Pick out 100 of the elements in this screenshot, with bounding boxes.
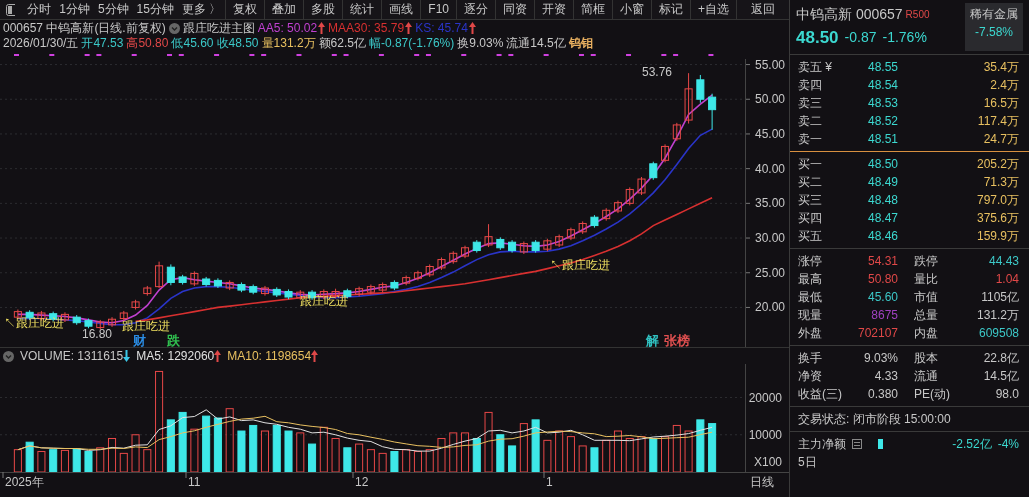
sector-name: 稀有金属 (970, 6, 1018, 23)
order-label: 卖二 (798, 112, 823, 130)
stat-label: 股本 (913, 349, 939, 367)
bar (661, 436, 670, 472)
bar (319, 426, 328, 472)
toolbar-button[interactable]: 统计 (342, 0, 382, 19)
stat-label: 内盘 (913, 324, 939, 342)
period-tab[interactable]: 分时 (23, 0, 56, 19)
candlestick (155, 261, 164, 289)
toolbar-button[interactable]: +自选 (690, 0, 736, 19)
candlestick (460, 245, 470, 259)
period-tab[interactable]: 15分钟 (132, 0, 178, 19)
more-button[interactable]: 更多 〉 (177, 0, 226, 19)
toolbar-button[interactable]: 画线 (381, 0, 421, 19)
stat-label: 总量 (913, 306, 939, 324)
bar (543, 439, 552, 472)
candlestick (649, 161, 658, 181)
toolbar-button[interactable]: 简框 (573, 0, 612, 19)
axis-label: 25.00 (754, 265, 785, 280)
bar (284, 430, 293, 472)
axis-label: 35.00 (754, 196, 785, 211)
order-label: 买五 (798, 227, 823, 245)
bar (555, 430, 564, 472)
stat-value: 702107 (856, 324, 898, 342)
stat-label: 收益(三) (798, 385, 843, 403)
chevron-icon[interactable] (168, 22, 180, 34)
axis-label: 30.00 (754, 231, 785, 246)
stat-value: 0.380 (866, 385, 898, 403)
axis-label: 20000 (748, 390, 782, 405)
legend-value: KS: 45.74 (415, 20, 468, 36)
bar (708, 423, 717, 472)
stat-label: 量比 (913, 270, 939, 288)
order-volume: 16.5万 (982, 94, 1019, 112)
list-icon[interactable] (852, 438, 862, 449)
order-volume: 35.4万 (982, 58, 1019, 76)
stat-value: 22.8亿 (982, 349, 1019, 367)
candlestick (661, 143, 670, 163)
bar (378, 452, 387, 472)
bar (355, 443, 364, 472)
toolbar-button[interactable]: 复权 (225, 0, 265, 19)
quote-value: 流通14.5亿 (506, 36, 566, 51)
toolbar-button[interactable]: 多股 (303, 0, 343, 19)
order-price: 48.54 (866, 76, 898, 94)
quote-value: 收48.50 (216, 36, 259, 51)
stat-label: 流通 (913, 367, 939, 385)
bar (155, 370, 164, 472)
axis-label: 12 (355, 475, 369, 489)
chevron-icon[interactable] (3, 350, 14, 362)
bar (402, 449, 411, 472)
quote-value: 换9.03% (457, 36, 504, 51)
stat-label: 市值 (913, 288, 939, 306)
candlestick (413, 270, 422, 281)
order-label: 卖一 (798, 130, 823, 148)
stat-label: 最高 (798, 270, 823, 288)
bar (449, 432, 458, 472)
toolbar-button[interactable]: 叠加 (264, 0, 304, 19)
candlestick (355, 286, 364, 297)
bar (602, 439, 611, 472)
period-tab[interactable]: 1分钟 (55, 0, 94, 19)
bar (96, 447, 105, 472)
sidebar-toggle-icon[interactable] (6, 3, 16, 16)
toolbar-button[interactable]: 小窗 (612, 0, 651, 19)
bar (13, 449, 22, 472)
bar (225, 408, 234, 472)
bar (37, 451, 46, 472)
order-label: 卖四 (798, 76, 823, 94)
bar (72, 448, 81, 472)
bar (49, 449, 58, 472)
stat-value: 45.60 (866, 288, 898, 306)
price-label: 16.80 (82, 327, 113, 341)
bar (119, 452, 128, 472)
toolbar-button[interactable]: 标记 (651, 0, 690, 19)
axis-label: 10000 (748, 427, 782, 442)
stat-label: 外盘 (798, 324, 823, 342)
candlestick (578, 220, 587, 235)
stat-label: 净资 (798, 367, 823, 385)
bar (566, 436, 575, 472)
stat-label: PE(动) (913, 385, 951, 403)
bar (190, 428, 199, 472)
legend-value: VOLUME: 1311615 (20, 348, 124, 365)
toolbar-button[interactable]: F10 (420, 0, 456, 19)
order-volume: 117.4万 (976, 112, 1019, 130)
stat-value: 609508 (977, 324, 1019, 342)
toolbar-button[interactable]: 开资 (534, 0, 573, 19)
bar (637, 436, 646, 472)
toolbar-button[interactable]: 逐分 (456, 0, 495, 19)
candlestick (425, 263, 434, 278)
back-button[interactable]: 返回 (736, 0, 789, 19)
candlestick (260, 285, 270, 297)
period-tab[interactable]: 5分钟 (93, 0, 133, 19)
bar (237, 430, 246, 472)
candlestick (107, 316, 117, 328)
candlestick (166, 263, 175, 286)
last-price: 48.50 (796, 27, 839, 49)
stat-label: 跌停 (913, 252, 939, 270)
bar (425, 449, 434, 472)
toolbar-button[interactable]: 同资 (495, 0, 534, 19)
event-marker: 财 (133, 333, 146, 347)
stat-value: 1105亿 (980, 288, 1019, 306)
stat-value: 9.03% (862, 349, 898, 367)
